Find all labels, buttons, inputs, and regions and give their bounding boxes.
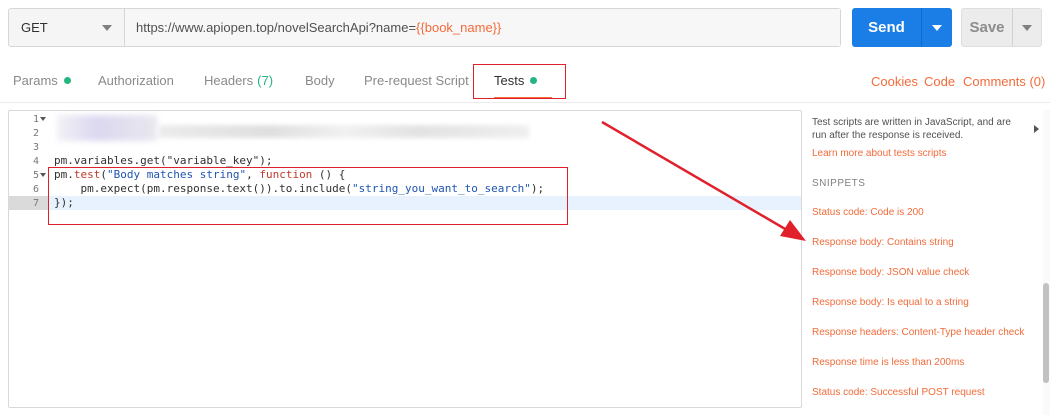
learn-more-link[interactable]: Learn more about tests scripts xyxy=(812,148,947,159)
method-label: GET xyxy=(21,20,48,35)
fold-arrow-icon[interactable] xyxy=(40,173,46,177)
snippet-item[interactable]: Status code: Code is 200 xyxy=(812,207,924,218)
snippet-item[interactable]: Response headers: Content-Type header ch… xyxy=(812,327,1024,338)
line-number: 3 xyxy=(32,141,39,153)
code-link[interactable]: Code xyxy=(924,74,955,89)
tab-label: Headers xyxy=(204,72,254,88)
save-label: Save xyxy=(969,19,1005,36)
redacted-code xyxy=(159,125,529,138)
url-variable: {{book_name}} xyxy=(416,20,502,35)
send-dropdown-button[interactable] xyxy=(921,8,952,47)
chevron-down-icon xyxy=(102,24,112,31)
tab-body[interactable]: Body xyxy=(305,58,335,102)
tests-description: Test scripts are written in JavaScript, … xyxy=(812,117,1011,141)
cookies-link[interactable]: Cookies xyxy=(871,74,918,89)
tab-pre-request-script[interactable]: Pre-request Script xyxy=(364,58,469,102)
snippet-item[interactable]: Response body: Is equal to a string xyxy=(812,297,969,308)
code-text: pm.variables.get("variable_key"); xyxy=(54,154,273,167)
snippet-item[interactable]: Status code: Successful POST request xyxy=(812,387,985,398)
postman-request-window: GET https://www.apiopen.top/novelSearchA… xyxy=(0,0,1050,415)
url-input[interactable]: https://www.apiopen.top/novelSearchApi?n… xyxy=(125,9,840,46)
method-select[interactable]: GET xyxy=(9,9,125,46)
scrollbar-thumb[interactable] xyxy=(1043,283,1049,383)
tab-label: Pre-request Script xyxy=(364,72,469,88)
snippets-heading: SNIPPETS xyxy=(812,178,866,189)
status-dot-icon xyxy=(63,76,71,84)
comments-link[interactable]: Comments (0) xyxy=(963,74,1045,89)
divider xyxy=(0,102,1050,103)
annotation-box-tests-tab xyxy=(473,64,566,99)
tab-headers[interactable]: Headers (7) xyxy=(204,58,273,102)
chevron-down-icon xyxy=(932,24,942,31)
snippet-item[interactable]: Response body: Contains string xyxy=(812,237,954,248)
line-number: 4 xyxy=(32,155,39,167)
tab-params[interactable]: Params xyxy=(13,58,71,102)
tab-label: Body xyxy=(305,72,335,88)
save-button[interactable]: Save xyxy=(961,8,1042,47)
expand-arrow-icon[interactable] xyxy=(1034,125,1039,133)
snippet-item[interactable]: Response body: JSON value check xyxy=(812,267,969,278)
code-line: pm.variables.get("variable_key"); xyxy=(54,154,273,168)
url-text: https://www.apiopen.top/novelSearchApi?n… xyxy=(136,20,417,35)
line-number: 7 xyxy=(32,197,39,209)
request-bar: GET https://www.apiopen.top/novelSearchA… xyxy=(8,8,841,47)
send-button[interactable]: Send xyxy=(852,8,952,47)
chevron-down-icon xyxy=(1022,24,1032,31)
annotation-box-code xyxy=(48,167,568,225)
tab-count: (7) xyxy=(257,72,274,88)
tab-label: Params xyxy=(13,72,58,88)
save-dropdown-button[interactable] xyxy=(1012,9,1041,46)
line-number: 2 xyxy=(32,127,39,139)
send-label: Send xyxy=(868,19,905,36)
tests-code-editor[interactable]: 1 2 3 4 5 6 7 pm.variables.get("variable… xyxy=(8,110,802,408)
line-number: 6 xyxy=(32,183,39,195)
tab-authorization[interactable]: Authorization xyxy=(98,58,174,102)
snippet-item[interactable]: Response time is less than 200ms xyxy=(812,357,964,368)
fold-arrow-icon[interactable] xyxy=(40,117,46,121)
snippets-panel: Test scripts are written in JavaScript, … xyxy=(812,110,1050,415)
redacted-code xyxy=(57,115,157,141)
tab-label: Authorization xyxy=(98,72,174,88)
